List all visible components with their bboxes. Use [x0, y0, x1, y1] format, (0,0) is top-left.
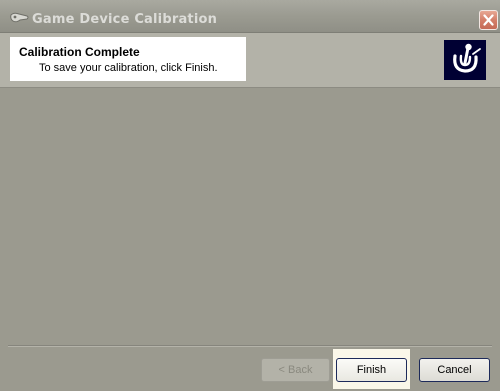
footer-divider	[8, 345, 492, 347]
game-controller-icon	[10, 11, 30, 23]
joystick-logo-icon	[444, 40, 486, 80]
calibration-dialog: Game Device Calibration Calibration Comp…	[0, 0, 500, 391]
title-bar[interactable]: Game Device Calibration	[0, 0, 500, 33]
back-button[interactable]: < Back	[261, 358, 330, 382]
cancel-button[interactable]: Cancel	[419, 358, 490, 382]
page-subtitle: To save your calibration, click Finish.	[39, 62, 218, 74]
close-icon	[483, 14, 494, 26]
page-title: Calibration Complete	[19, 45, 140, 59]
header-text-panel	[10, 37, 246, 81]
window-title: Game Device Calibration	[32, 12, 218, 27]
close-button[interactable]	[479, 10, 498, 30]
finish-button[interactable]: Finish	[336, 358, 407, 382]
wizard-header: Calibration Complete To save your calibr…	[0, 33, 500, 88]
